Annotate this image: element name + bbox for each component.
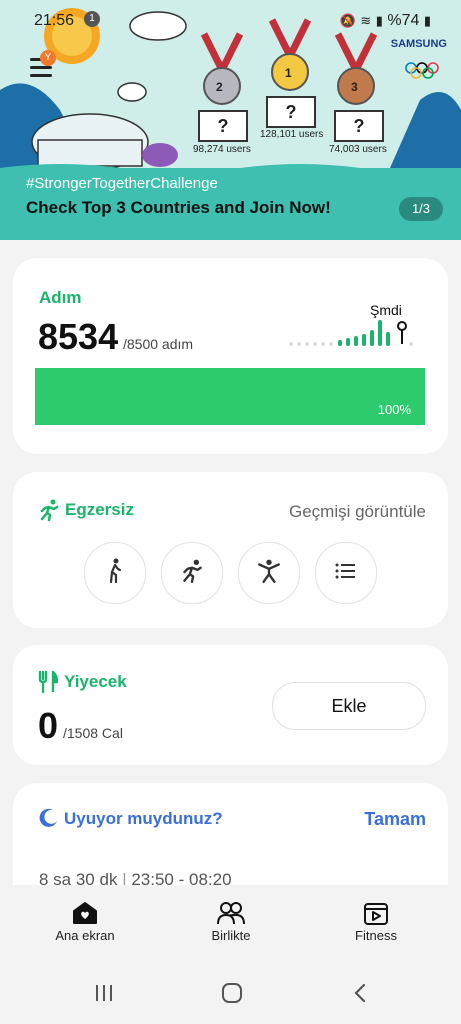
nav-home[interactable]: Ana ekran xyxy=(40,900,130,943)
medal-users-2: 98,274 users xyxy=(193,144,251,155)
system-navigation-bar xyxy=(0,965,461,1024)
signal-icon: ▮ xyxy=(375,13,383,28)
recent-apps-icon[interactable] xyxy=(94,983,114,1008)
nav-fitness[interactable]: Fitness xyxy=(331,900,421,943)
steps-count: 8534 xyxy=(38,316,119,357)
bottom-navigation: Ana ekran Birlikte Fitness xyxy=(0,885,461,965)
wifi-icon: ≋ xyxy=(360,13,372,28)
home-icon xyxy=(40,900,130,928)
samsung-logo: SAMSUNG xyxy=(390,38,447,50)
food-title: Yiyecek xyxy=(64,672,127,691)
food-calories: 0 xyxy=(38,705,59,746)
back-icon[interactable] xyxy=(352,983,368,1008)
workout-button[interactable] xyxy=(238,542,300,604)
sleep-title: Uyuyor muydunuz? xyxy=(64,809,223,828)
banner-headline: Check Top 3 Countries and Join Now! xyxy=(26,198,331,217)
run-button[interactable] xyxy=(161,542,223,604)
exercise-history-link[interactable]: Geçmişi görüntüle xyxy=(289,502,426,522)
run-icon xyxy=(179,558,205,589)
sleep-confirm-button[interactable]: Tamam xyxy=(364,809,426,830)
people-icon xyxy=(186,900,276,928)
steps-mini-chart xyxy=(289,320,413,346)
medal-users-1: 128,101 users xyxy=(260,129,324,140)
steps-progress-label: 100% xyxy=(377,402,411,417)
promo-banner[interactable]: 2 1 3 ? ? ? 98,274 users 128,101 users 7… xyxy=(0,0,461,240)
battery-level: %74 xyxy=(387,12,420,29)
banner-hashtag: #StrongerTogetherChallenge xyxy=(26,175,218,192)
banner-pager: 1/3 xyxy=(399,197,443,221)
nav-together-label: Birlikte xyxy=(211,928,251,943)
nav-together[interactable]: Birlikte xyxy=(186,900,276,943)
status-bar: 21:56 1 🔕 ≋ ▮ %74 ▮ xyxy=(0,10,461,32)
food-card[interactable]: Yiyecek 0 /1508 Cal Ekle xyxy=(13,645,448,765)
walk-icon xyxy=(103,558,127,589)
exercise-title: Egzersiz xyxy=(65,500,134,519)
steps-progress-bar: 100% xyxy=(35,368,425,425)
workout-icon xyxy=(256,558,282,589)
list-icon xyxy=(334,561,358,586)
status-icons: 🔕 ≋ ▮ %74 ▮ xyxy=(340,12,431,30)
food-icon xyxy=(37,670,59,699)
notification-count-badge: 1 xyxy=(84,11,100,27)
medal-rank-2: 2 xyxy=(216,80,223,94)
exercise-list-button[interactable] xyxy=(315,542,377,604)
battery-icon: ▮ xyxy=(423,13,431,28)
medal-rank-3: 3 xyxy=(351,80,358,94)
add-food-button[interactable]: Ekle xyxy=(272,682,426,730)
medal-users-3: 74,003 users xyxy=(329,144,387,155)
medal-box-2: ? xyxy=(198,110,248,142)
steps-goal: /8500 adım xyxy=(123,336,194,352)
steps-title: Adım xyxy=(39,288,82,307)
fitness-icon xyxy=(331,900,421,928)
moon-icon xyxy=(39,808,59,833)
walk-button[interactable] xyxy=(84,542,146,604)
medal-rank-1: 1 xyxy=(285,66,292,80)
nav-fitness-label: Fitness xyxy=(355,928,397,943)
exercise-icon xyxy=(37,498,61,527)
food-goal: /1508 Cal xyxy=(63,725,123,741)
nav-home-label: Ana ekran xyxy=(55,928,115,943)
menu-badge: Y xyxy=(40,50,56,66)
medal-box-1: ? xyxy=(266,96,316,128)
status-time: 21:56 xyxy=(34,12,75,29)
exercise-card[interactable]: Egzersiz Geçmişi görüntüle xyxy=(13,472,448,628)
home-nav-icon[interactable] xyxy=(221,983,243,1008)
medal-box-3: ? xyxy=(334,110,384,142)
mute-icon: 🔕 xyxy=(339,13,356,28)
steps-card[interactable]: Adım 8534 /8500 adım Şmdi 100% xyxy=(13,258,448,454)
